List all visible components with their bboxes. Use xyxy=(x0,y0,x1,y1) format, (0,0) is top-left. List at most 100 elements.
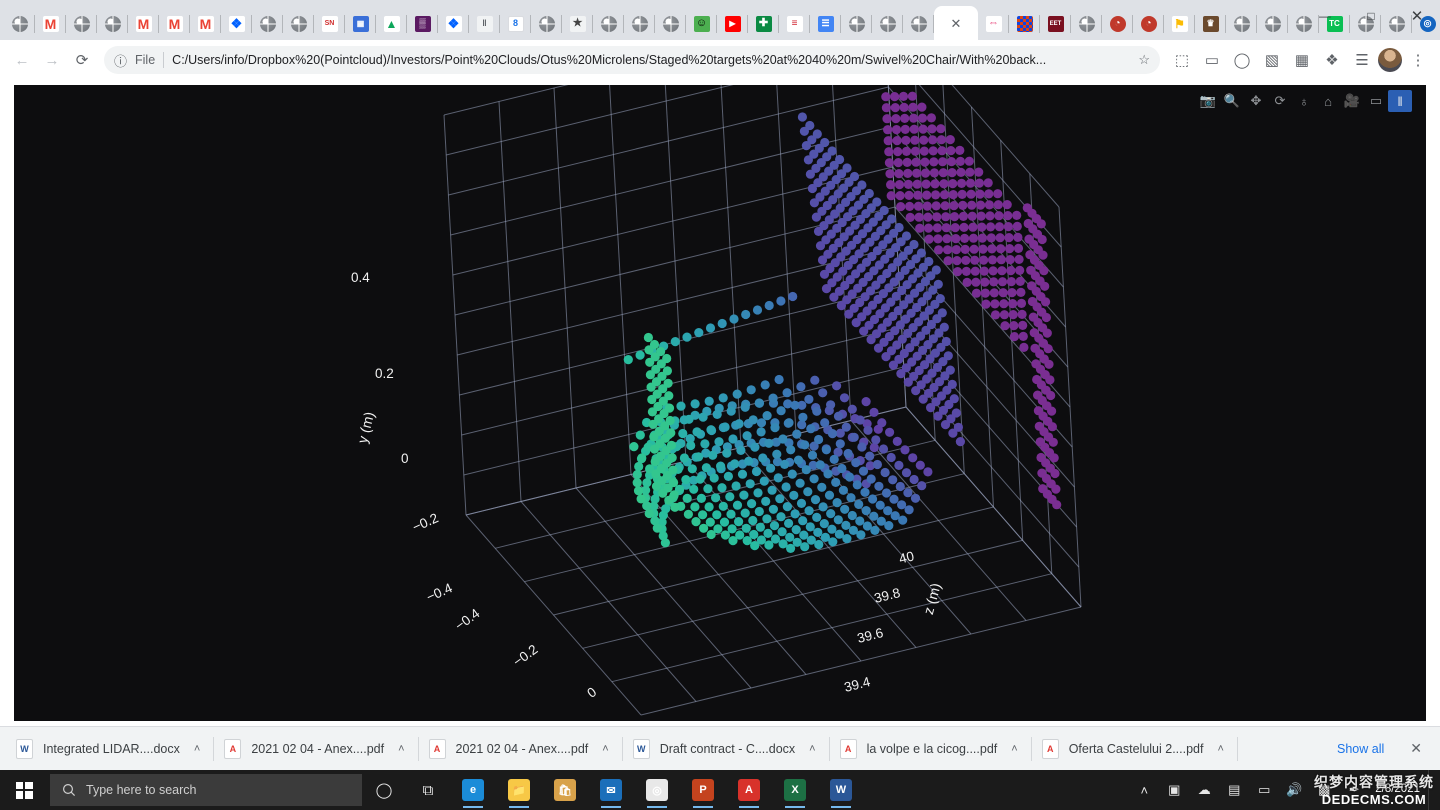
download-item[interactable]: A Oferta Castelului 2....pdf ˄ xyxy=(1032,734,1239,764)
cast-icon[interactable]: ▭ xyxy=(1198,46,1226,74)
browser-tab[interactable] xyxy=(252,7,283,40)
download-item[interactable]: W Integrated LIDAR....docx ˄ xyxy=(6,734,215,764)
screen-capture-icon[interactable]: ▤ xyxy=(1219,770,1249,810)
browser-tab[interactable]: 8 xyxy=(500,7,531,40)
bookmark-star-icon[interactable]: ☆ xyxy=(1138,52,1150,68)
browser-tab[interactable] xyxy=(872,7,903,40)
extension-orange-icon[interactable]: ▧ xyxy=(1258,46,1286,74)
browser-tab[interactable]: ♛ xyxy=(1195,7,1226,40)
show-hidden-icons[interactable]: ˄ xyxy=(1129,770,1159,810)
taskbar-search-input[interactable]: Type here to search xyxy=(50,774,362,806)
browser-tab[interactable] xyxy=(531,7,562,40)
download-plot-icon[interactable]: 📷 xyxy=(1196,90,1220,112)
site-info-icon[interactable]: ⓘ xyxy=(114,51,127,70)
chevron-up-icon[interactable]: ˄ xyxy=(398,743,404,755)
address-bar[interactable]: ⓘ File C:/Users/info/Dropbox%20(Pointclo… xyxy=(104,46,1160,74)
back-button[interactable]: ← xyxy=(8,46,36,74)
volume-icon[interactable]: 🔊 xyxy=(1279,770,1309,810)
browser-tab[interactable]: ☰ xyxy=(810,7,841,40)
zoom-icon[interactable]: 🔍 xyxy=(1220,90,1244,112)
teams-icon[interactable]: ▣ xyxy=(1159,770,1189,810)
browser-tab[interactable]: EET xyxy=(1040,7,1071,40)
download-item[interactable]: W Draft contract - C....docx ˄ xyxy=(623,734,830,764)
browser-tab[interactable]: ‖ xyxy=(469,7,500,40)
browser-tab[interactable] xyxy=(1226,7,1257,40)
taskbar-clock[interactable]: 2/8/2021 xyxy=(1369,782,1428,798)
plot-canvas[interactable] xyxy=(14,85,1426,721)
browser-tab[interactable] xyxy=(1071,7,1102,40)
browser-tab[interactable]: ❖ xyxy=(438,7,469,40)
browser-tab[interactable]: ≡ xyxy=(779,7,810,40)
orbital-rotation-icon[interactable]: ⟳ xyxy=(1268,90,1292,112)
pan-icon[interactable]: ✥ xyxy=(1244,90,1268,112)
browser-tab[interactable] xyxy=(283,7,314,40)
browser-tab[interactable]: M xyxy=(128,7,159,40)
browser-tab[interactable]: M xyxy=(35,7,66,40)
chrome-menu-button[interactable]: ⋮ xyxy=(1404,46,1432,74)
browser-tab[interactable]: M xyxy=(159,7,190,40)
download-item[interactable]: A 2021 02 04 - Anex....pdf ˄ xyxy=(419,734,623,764)
browser-tab[interactable]: ▶ xyxy=(717,7,748,40)
show-desktop-button[interactable] xyxy=(1428,770,1436,810)
taskbar-app-powerpoint[interactable]: P xyxy=(680,770,726,810)
pen-icon[interactable]: ✒ xyxy=(1339,770,1369,810)
pdf-extension-icon[interactable]: ⬚ xyxy=(1168,46,1196,74)
browser-tab[interactable] xyxy=(4,7,35,40)
browser-tab[interactable]: ✚ xyxy=(748,7,779,40)
active-tab[interactable]: ✕ xyxy=(934,6,978,40)
chevron-up-icon[interactable]: ˄ xyxy=(1217,743,1223,755)
browser-tab[interactable]: ◔ xyxy=(1102,7,1133,40)
browser-tab[interactable] xyxy=(1257,7,1288,40)
browser-tab[interactable] xyxy=(624,7,655,40)
browser-tab[interactable] xyxy=(97,7,128,40)
close-window-button[interactable]: ✕ xyxy=(1394,0,1440,32)
onedrive-error-icon[interactable]: ☁ xyxy=(1189,770,1219,810)
notification-icon[interactable]: ▩ xyxy=(1309,770,1339,810)
avatar[interactable] xyxy=(1378,48,1402,72)
show-all-downloads-button[interactable]: Show all xyxy=(1323,742,1398,756)
battery-icon[interactable]: ▭ xyxy=(1249,770,1279,810)
minimize-button[interactable]: — xyxy=(1302,0,1348,32)
chevron-up-icon[interactable]: ˄ xyxy=(194,743,200,755)
task-view-button[interactable]: ⧉ xyxy=(406,770,450,810)
taskbar-app-file-explorer[interactable]: 📁 xyxy=(496,770,542,810)
browser-tab[interactable]: ▲ xyxy=(376,7,407,40)
download-item[interactable]: Ala volpe e la cicog....pdf ˄ xyxy=(830,734,1032,764)
start-button[interactable] xyxy=(0,770,48,810)
browser-tab[interactable]: ⚑ xyxy=(1164,7,1195,40)
browser-tab[interactable]: ▦ xyxy=(345,7,376,40)
close-downloads-bar-button[interactable]: ✕ xyxy=(1398,740,1434,757)
cortana-button[interactable]: ◯ xyxy=(362,770,406,810)
browser-tab[interactable]: ❖ xyxy=(221,7,252,40)
taskbar-app-mail[interactable]: ✉ xyxy=(588,770,634,810)
taskbar-app-word[interactable]: W xyxy=(818,770,864,810)
forward-button[interactable]: → xyxy=(38,46,66,74)
chevron-up-icon[interactable]: ˄ xyxy=(1011,743,1017,755)
browser-tab[interactable]: SN xyxy=(314,7,345,40)
browser-tab[interactable] xyxy=(593,7,624,40)
taskbar-app-edge[interactable]: e xyxy=(450,770,496,810)
plotly-3d-scatter-plot[interactable]: 📷 🔍 ✥ ⟳ ♁ ⌂ 🎥 ▭ ‖ 0.4 0.2 0 −0.2 −0.4 y (m) −0.4… xyxy=(14,85,1426,721)
browser-tab[interactable] xyxy=(1009,7,1040,40)
extension-grid-icon[interactable]: ▦ xyxy=(1288,46,1316,74)
browser-tab[interactable]: ▒ xyxy=(407,7,438,40)
url-text[interactable]: C:/Users/info/Dropbox%20(Pointcloud)/Inv… xyxy=(172,53,1130,67)
extension-circle-icon[interactable]: ◯ xyxy=(1228,46,1256,74)
reset-camera-last-save-icon[interactable]: 🎥 xyxy=(1340,90,1364,112)
browser-tab[interactable]: ☺ xyxy=(686,7,717,40)
browser-tab[interactable]: ◔ xyxy=(1133,7,1164,40)
reload-button[interactable]: ⟳ xyxy=(68,46,96,74)
reading-list-icon[interactable]: ☰ xyxy=(1348,46,1376,74)
browser-tab[interactable] xyxy=(841,7,872,40)
taskbar-app-excel[interactable]: X xyxy=(772,770,818,810)
chevron-up-icon[interactable]: ˄ xyxy=(809,743,815,755)
plotly-logo-icon[interactable]: ‖ xyxy=(1388,90,1412,112)
browser-tab[interactable] xyxy=(66,7,97,40)
browser-tab[interactable]: ⇔ xyxy=(978,7,1009,40)
taskbar-app-store[interactable]: 🛍 xyxy=(542,770,588,810)
reset-camera-home-icon[interactable]: ⌂ xyxy=(1316,90,1340,112)
download-item[interactable]: A 2021 02 04 - Anex....pdf ˄ xyxy=(214,734,419,764)
hover-closest-icon[interactable]: ▭ xyxy=(1364,90,1388,112)
browser-tab[interactable]: M xyxy=(190,7,221,40)
taskbar-app-chrome[interactable]: ◎ xyxy=(634,770,680,810)
